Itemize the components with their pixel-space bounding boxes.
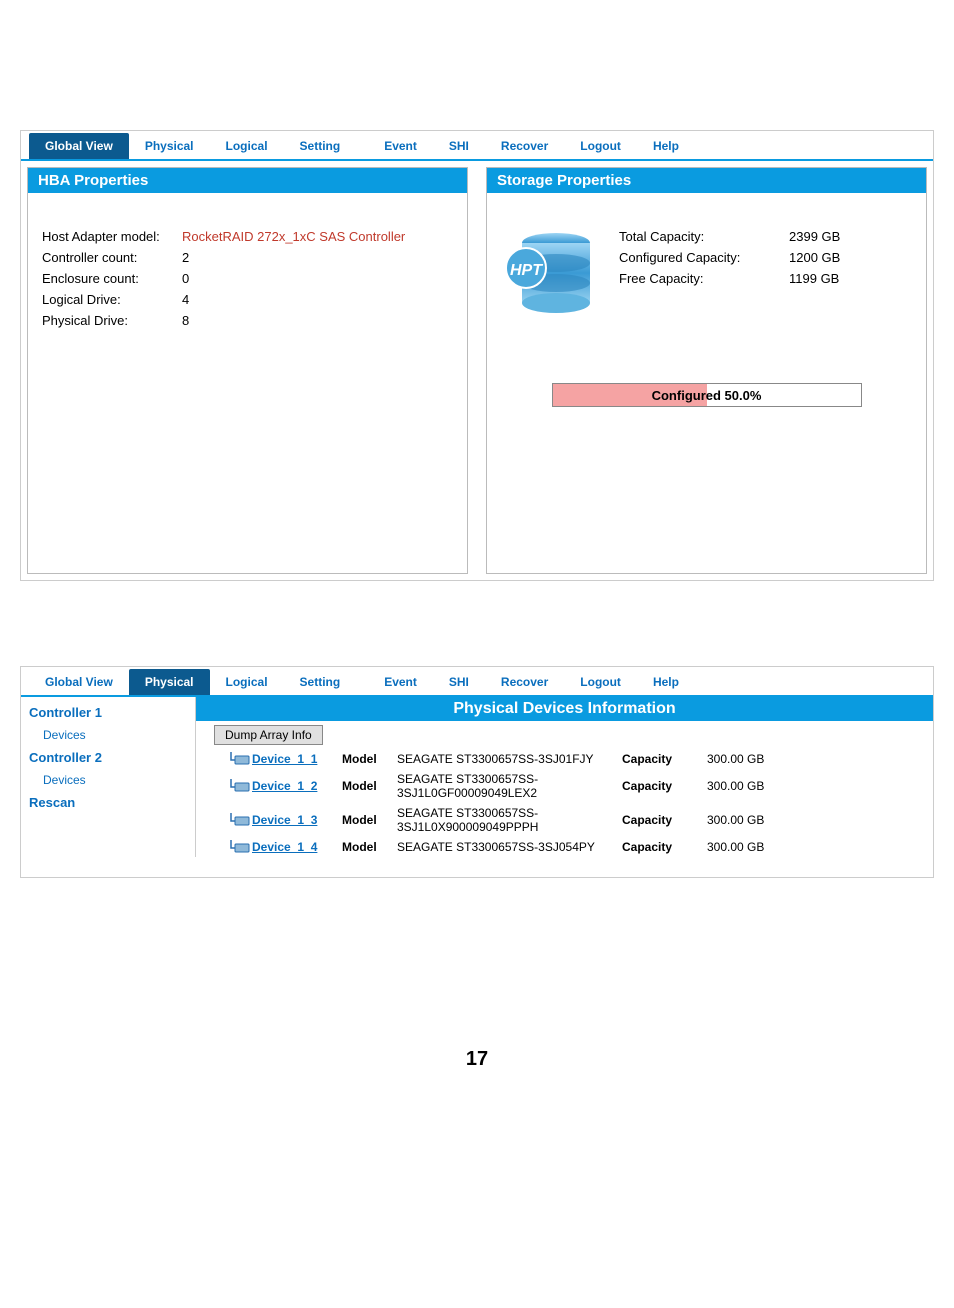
configured-capacity-label: Configured Capacity: [619,250,789,265]
physical-drive-label: Physical Drive: [42,313,182,328]
progress-label: Configured 50.0% [652,388,762,403]
tab-shi[interactable]: SHI [433,133,485,159]
capacity-label: Capacity [622,813,707,827]
tab-global-view[interactable]: Global View [29,669,129,695]
logical-drive-label: Logical Drive: [42,292,182,307]
total-capacity-value: 2399 GB [789,229,840,244]
host-adapter-value: RocketRAID 272x_1xC SAS Controller [182,229,405,244]
sidebar-controller-2[interactable]: Controller 2 [29,746,195,769]
physical-drive-value: 8 [182,313,189,328]
tab-physical[interactable]: Physical [129,669,210,695]
tab-logical[interactable]: Logical [210,133,284,159]
capacity-value: 300.00 GB [707,752,797,766]
hba-title: HBA Properties [28,168,467,193]
tab-setting[interactable]: Setting [284,133,357,159]
capacity-value: 300.00 GB [707,779,797,793]
tab-shi[interactable]: SHI [433,669,485,695]
model-label: Model [342,813,397,827]
controller-count-value: 2 [182,250,189,265]
capacity-progress: Configured 50.0% [552,383,862,407]
global-view-screenshot: Global ViewPhysicalLogicalSetting EventSH… [20,130,934,581]
drive-icon [230,752,252,766]
model-value: SEAGATE ST3300657SS-3SJ054PY [397,840,622,854]
model-value: SEAGATE ST3300657SS-3SJ01FJY [397,752,622,766]
tab-recover[interactable]: Recover [485,133,564,159]
capacity-label: Capacity [622,752,707,766]
physical-screenshot: Global ViewPhysicalLogicalSetting EventSH… [20,666,934,878]
tab-help[interactable]: Help [637,133,695,159]
hba-panel: HBA Properties Host Adapter model:Rocket… [27,167,468,574]
tabbar-2: Global ViewPhysicalLogicalSetting EventSH… [21,667,933,697]
logical-drive-value: 4 [182,292,189,307]
storage-panel: Storage Properties [486,167,927,574]
capacity-label: Capacity [622,779,707,793]
capacity-value: 300.00 GB [707,840,797,854]
model-label: Model [342,752,397,766]
tab-logical[interactable]: Logical [210,669,284,695]
capacity-label: Capacity [622,840,707,854]
enclosure-count-label: Enclosure count: [42,271,182,286]
model-label: Model [342,840,397,854]
tabbar-1: Global ViewPhysicalLogicalSetting EventSH… [21,131,933,161]
sidebar-controller-1[interactable]: Controller 1 [29,701,195,724]
sidebar-rescan[interactable]: Rescan [29,791,195,814]
device-row: Device_1_3ModelSEAGATE ST3300657SS-3SJ1L… [196,803,933,837]
model-value: SEAGATE ST3300657SS-3SJ1L0X900009049PPPH [397,806,622,834]
device-link[interactable]: Device_1_2 [252,779,342,793]
enclosure-count-value: 0 [182,271,189,286]
controller-count-label: Controller count: [42,250,182,265]
drive-icon [230,779,252,793]
sidebar-devices-2[interactable]: Devices [29,769,195,791]
capacity-value: 300.00 GB [707,813,797,827]
device-link[interactable]: Device_1_4 [252,840,342,854]
storage-title: Storage Properties [487,168,926,193]
configured-capacity-value: 1200 GB [789,250,840,265]
device-row: Device_1_2ModelSEAGATE ST3300657SS-3SJ1L… [196,769,933,803]
drive-icon [230,813,252,827]
database-icon: HPT [501,223,601,323]
tab-logout[interactable]: Logout [564,669,637,695]
tab-event[interactable]: Event [368,133,433,159]
tab-physical[interactable]: Physical [129,133,210,159]
device-link[interactable]: Device_1_3 [252,813,342,827]
tab-help[interactable]: Help [637,669,695,695]
free-capacity-label: Free Capacity: [619,271,789,286]
physical-devices-banner: Physical Devices Information [196,697,933,721]
tab-recover[interactable]: Recover [485,669,564,695]
device-row: Device_1_4ModelSEAGATE ST3300657SS-3SJ05… [196,837,933,857]
sidebar-devices-1[interactable]: Devices [29,724,195,746]
page-number: 17 [0,1048,954,1071]
host-adapter-label: Host Adapter model: [42,229,182,244]
dump-array-info-button[interactable]: Dump Array Info [214,725,323,745]
sidebar: Controller 1 Devices Controller 2 Device… [21,697,196,857]
drive-icon [230,840,252,854]
device-row: Device_1_1ModelSEAGATE ST3300657SS-3SJ01… [196,749,933,769]
svg-text:HPT: HPT [510,262,543,279]
free-capacity-value: 1199 GB [789,271,839,286]
tab-global-view[interactable]: Global View [29,133,129,159]
model-label: Model [342,779,397,793]
device-link[interactable]: Device_1_1 [252,752,342,766]
tab-event[interactable]: Event [368,669,433,695]
total-capacity-label: Total Capacity: [619,229,789,244]
tab-logout[interactable]: Logout [564,133,637,159]
tab-setting[interactable]: Setting [284,669,357,695]
model-value: SEAGATE ST3300657SS-3SJ1L0GF00009049LEX2 [397,772,622,800]
